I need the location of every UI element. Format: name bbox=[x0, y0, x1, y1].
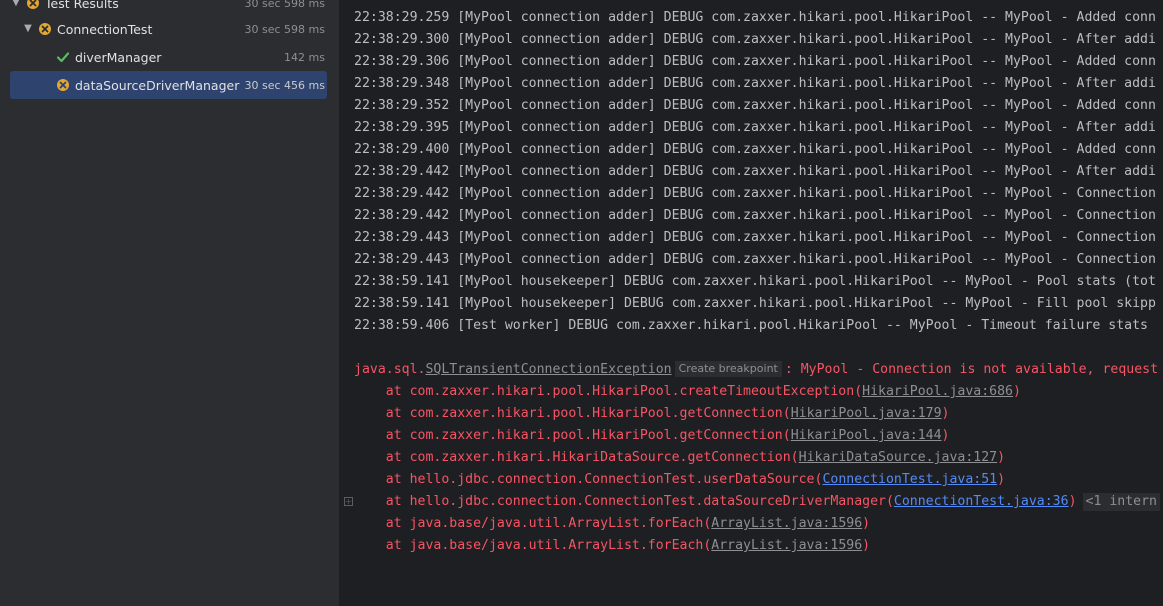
stack-frame-close: ) bbox=[997, 450, 1006, 465]
test-results-tree: ▼ Test Results 30 sec 598 ms ▼ Connectio… bbox=[0, 0, 339, 606]
chevron-down-icon[interactable]: ▼ bbox=[22, 23, 34, 35]
tree-item-time: 142 ms bbox=[284, 50, 325, 64]
stack-frame-method: at hello.jdbc.connection.ConnectionTest.… bbox=[354, 494, 894, 509]
source-link[interactable]: HikariPool.java:686 bbox=[862, 384, 1013, 399]
check-icon bbox=[56, 52, 70, 63]
exception-line: java.sql.SQLTransientConnectionException… bbox=[354, 359, 1158, 381]
stack-frame: at com.zaxxer.hikari.pool.HikariPool.cre… bbox=[354, 381, 1021, 403]
log-line: 22:38:59.406 [Test worker] DEBUG com.zax… bbox=[354, 318, 1148, 333]
log-line: 22:38:29.352 [MyPool connection adder] D… bbox=[354, 98, 1156, 113]
failed-icon bbox=[57, 79, 69, 91]
exception-class-link[interactable]: SQLTransientConnectionException bbox=[425, 362, 671, 377]
tree-item-diver-manager[interactable]: diverManager 142 ms bbox=[10, 43, 327, 71]
log-line: 22:38:29.442 [MyPool connection adder] D… bbox=[354, 164, 1156, 179]
source-link[interactable]: HikariDataSource.java:127 bbox=[799, 450, 998, 465]
tree-item-time: 30 sec 456 ms bbox=[244, 78, 325, 92]
console-output[interactable]: 22:38:29.259 [MyPool connection adder] D… bbox=[340, 0, 1163, 606]
log-line: 22:38:29.259 [MyPool connection adder] D… bbox=[354, 10, 1156, 25]
source-link[interactable]: HikariPool.java:144 bbox=[791, 428, 942, 443]
stack-frame: at java.base/java.util.ArrayList.forEach… bbox=[354, 535, 870, 557]
log-line: 22:38:59.141 [MyPool housekeeper] DEBUG … bbox=[354, 274, 1156, 289]
stack-frame-method: at com.zaxxer.hikari.pool.HikariPool.get… bbox=[354, 428, 791, 443]
chevron-down-icon[interactable]: ▼ bbox=[10, 0, 22, 9]
stack-frame: at hello.jdbc.connection.ConnectionTest.… bbox=[354, 469, 1005, 491]
tree-item-time: 30 sec 598 ms bbox=[244, 22, 325, 36]
log-line: 22:38:29.443 [MyPool connection adder] D… bbox=[354, 252, 1156, 267]
log-line: 22:38:29.400 [MyPool connection adder] D… bbox=[354, 142, 1156, 157]
exception-message: : MyPool - Connection is not available, … bbox=[784, 362, 1159, 377]
log-line: 22:38:59.141 [MyPool housekeeper] DEBUG … bbox=[354, 296, 1156, 311]
stack-frame-close: ) bbox=[862, 516, 871, 531]
tree-item-label: ConnectionTest bbox=[57, 21, 153, 37]
source-link[interactable]: ConnectionTest.java:36 bbox=[894, 494, 1069, 509]
stack-frame-method: at java.base/java.util.ArrayList.forEach… bbox=[354, 538, 712, 553]
stack-frame-close: ) bbox=[941, 406, 950, 421]
stack-frame-close: ) bbox=[941, 428, 950, 443]
exception-prefix: java.sql. bbox=[354, 362, 426, 377]
stack-frame: at java.base/java.util.ArrayList.forEach… bbox=[354, 513, 870, 535]
stack-frame-close: ) bbox=[1068, 494, 1077, 509]
stack-frame-close: ) bbox=[1013, 384, 1021, 399]
failed-icon bbox=[39, 23, 51, 35]
stack-frame-close: ) bbox=[862, 538, 871, 553]
failed-icon bbox=[27, 0, 39, 9]
log-line: 22:38:29.300 [MyPool connection adder] D… bbox=[354, 32, 1156, 47]
log-line: 22:38:29.395 [MyPool connection adder] D… bbox=[354, 120, 1156, 135]
tree-item-label: Test Results bbox=[45, 0, 119, 11]
source-link[interactable]: ConnectionTest.java:51 bbox=[822, 472, 997, 487]
stack-frame-close: ) bbox=[997, 472, 1006, 487]
create-breakpoint-hint[interactable]: Create breakpoint bbox=[674, 361, 782, 377]
plus-box-icon[interactable]: + bbox=[344, 497, 353, 506]
log-line: 22:38:29.443 [MyPool connection adder] D… bbox=[354, 230, 1156, 245]
stack-frame: at hello.jdbc.connection.ConnectionTest.… bbox=[354, 491, 1160, 513]
tree-item-connection-test[interactable]: ▼ ConnectionTest 30 sec 598 ms bbox=[10, 15, 327, 43]
source-link[interactable]: ArrayList.java:1596 bbox=[711, 516, 862, 531]
internal-calls-hint[interactable]: <1 intern bbox=[1082, 493, 1160, 511]
log-line: 22:38:29.442 [MyPool connection adder] D… bbox=[354, 186, 1156, 201]
tree-item-label: dataSourceDriverManager bbox=[75, 77, 240, 93]
stack-frame-method: at java.base/java.util.ArrayList.forEach… bbox=[354, 516, 712, 531]
source-link[interactable]: ArrayList.java:1596 bbox=[711, 538, 862, 553]
tree-item-label: diverManager bbox=[75, 49, 162, 65]
stack-frame-method: at hello.jdbc.connection.ConnectionTest.… bbox=[354, 472, 823, 487]
stack-frame-method: at com.zaxxer.hikari.HikariDataSource.ge… bbox=[354, 450, 799, 465]
log-line: 22:38:29.348 [MyPool connection adder] D… bbox=[354, 76, 1156, 91]
stack-frame-method: at com.zaxxer.hikari.pool.HikariPool.cre… bbox=[354, 384, 863, 399]
tree-item-time: 30 sec 598 ms bbox=[244, 0, 325, 10]
stack-frame-method: at com.zaxxer.hikari.pool.HikariPool.get… bbox=[354, 406, 791, 421]
log-line: 22:38:29.442 [MyPool connection adder] D… bbox=[354, 208, 1156, 223]
stack-frame: at com.zaxxer.hikari.pool.HikariPool.get… bbox=[354, 425, 950, 447]
log-line: 22:38:29.306 [MyPool connection adder] D… bbox=[354, 54, 1156, 69]
tree-item-data-source-driver-manager[interactable]: dataSourceDriverManager 30 sec 456 ms bbox=[10, 71, 327, 99]
ide-window: ▼ Test Results 30 sec 598 ms ▼ Connectio… bbox=[0, 0, 1163, 606]
stack-frame: at com.zaxxer.hikari.pool.HikariPool.get… bbox=[354, 403, 950, 425]
stack-frame: at com.zaxxer.hikari.HikariDataSource.ge… bbox=[354, 447, 1005, 469]
source-link[interactable]: HikariPool.java:179 bbox=[791, 406, 942, 421]
